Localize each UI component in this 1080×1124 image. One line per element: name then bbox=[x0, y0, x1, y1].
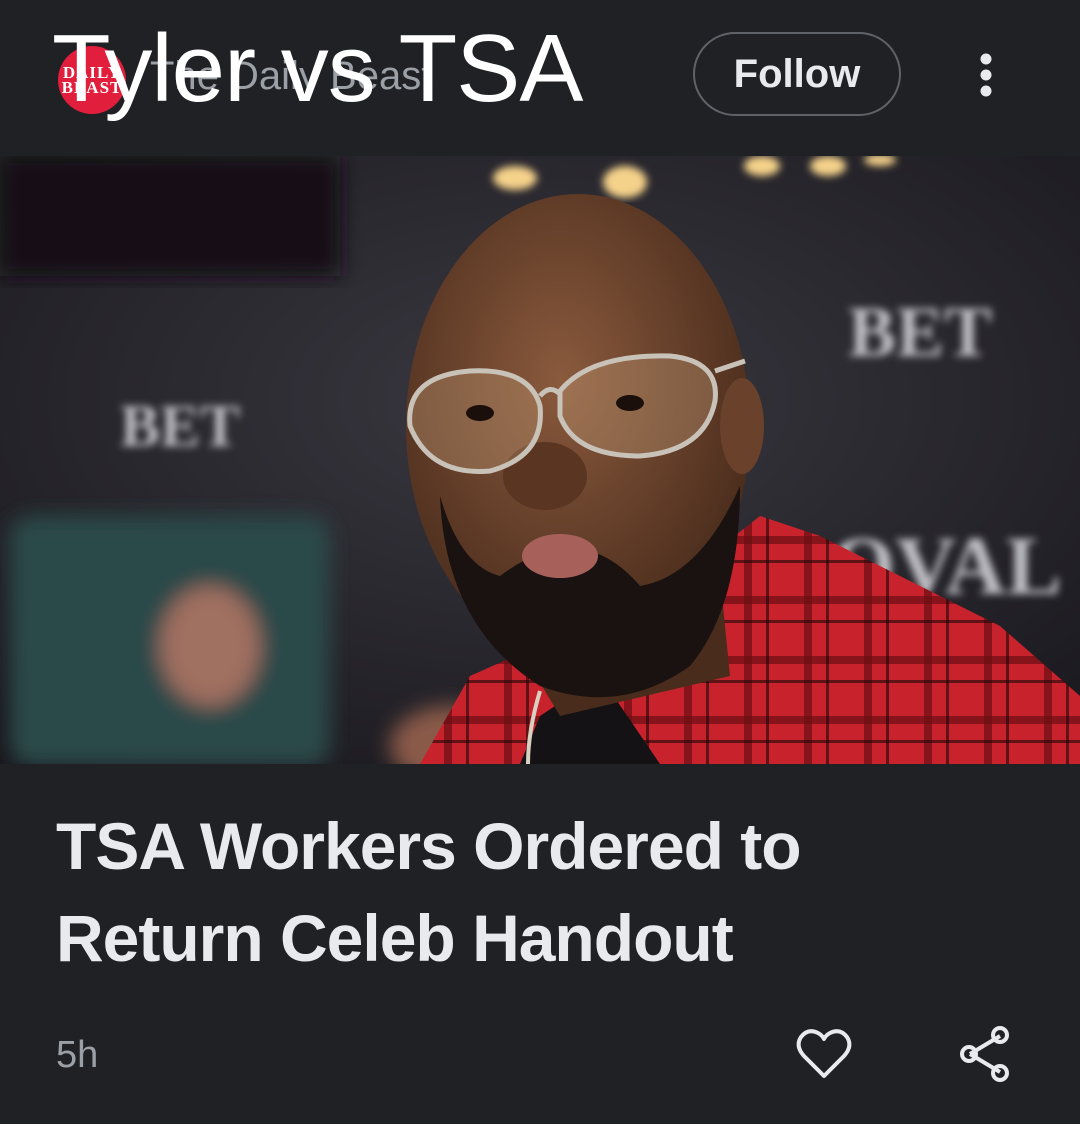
share-icon[interactable] bbox=[956, 1022, 1016, 1086]
heart-icon[interactable] bbox=[792, 1022, 856, 1086]
backdrop-text-1: BET bbox=[848, 292, 992, 372]
follow-button[interactable]: Follow bbox=[693, 32, 901, 116]
hero-image[interactable]: BET BET OVAL bbox=[0, 156, 1080, 764]
article-time: 5h bbox=[56, 1034, 99, 1076]
backdrop-text-2: BET bbox=[120, 393, 240, 459]
article-headline[interactable]: TSA Workers Ordered to Return Celeb Hand… bbox=[56, 800, 1016, 984]
overlay-title: Tyler vs TSA bbox=[52, 15, 583, 122]
more-vertical-icon[interactable] bbox=[966, 50, 1006, 100]
